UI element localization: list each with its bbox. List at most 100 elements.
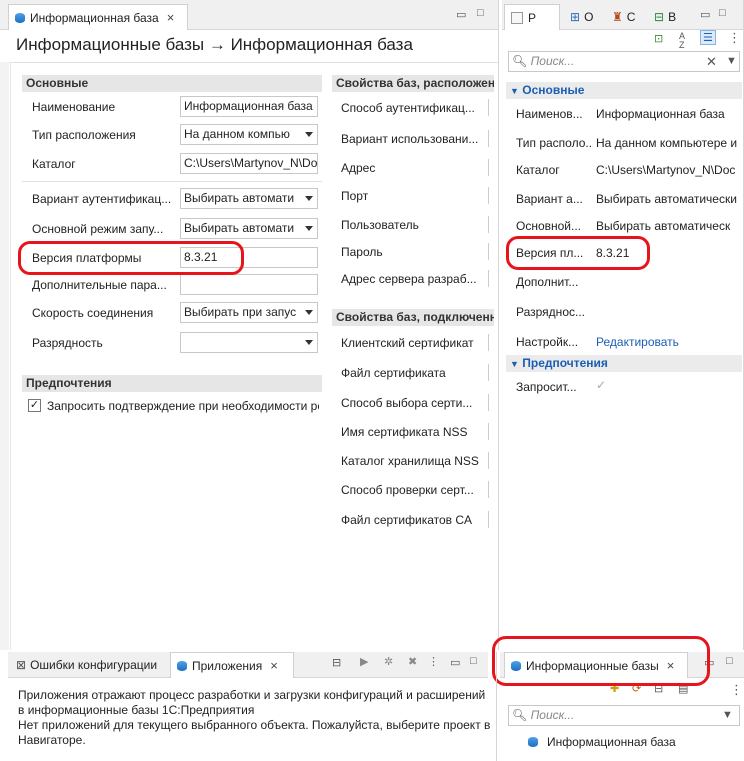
props-label-location: Тип располо...	[516, 136, 592, 150]
minimize-icon[interactable]: ▭	[450, 656, 460, 669]
field-stub[interactable]	[488, 99, 492, 116]
label-cert-check: Способ проверки серт...	[341, 483, 474, 497]
props-value-auth[interactable]: Выбирать автоматически	[596, 192, 742, 206]
more-vertical-icon[interactable]: ⋮	[428, 655, 439, 668]
tab-applications[interactable]: Приложения ×	[170, 652, 294, 678]
props-label-launch: Основной...	[516, 219, 582, 233]
label-catalog: Каталог	[32, 157, 76, 171]
search-dropdown-icon[interactable]: ▼	[722, 709, 733, 721]
close-icon[interactable]: ×	[270, 658, 278, 673]
chevron-down-icon	[305, 310, 313, 315]
run-icon[interactable]: ▶	[360, 655, 368, 668]
launch-mode-combo[interactable]: Выбирать автомати	[180, 218, 318, 239]
more-vertical-icon[interactable]: ⋮	[730, 682, 743, 698]
label-client-cert: Клиентский сертификат	[341, 336, 474, 350]
tab-outline-label: О	[584, 10, 594, 24]
database-icon	[15, 12, 25, 24]
close-icon[interactable]: ×	[167, 10, 175, 25]
tab-outline[interactable]: ⊞ О	[564, 4, 604, 30]
maximize-icon[interactable]: □	[719, 7, 726, 19]
label-address: Адрес	[341, 161, 376, 175]
props-section-main-label: Основные	[522, 83, 585, 97]
field-stub[interactable]	[488, 159, 492, 176]
field-stub[interactable]	[488, 334, 492, 351]
minimize-icon[interactable]: ▭	[700, 8, 710, 21]
props-label-confirm: Запросит...	[516, 380, 577, 394]
main-group-divider	[22, 181, 322, 182]
debug-icon[interactable]: ✲	[384, 655, 393, 668]
field-stub[interactable]	[488, 270, 492, 287]
properties-icon	[511, 11, 523, 24]
tab-config-errors[interactable]: ⊠ Ошибки конфигурации	[10, 652, 170, 678]
props-edit-link[interactable]: Редактировать	[596, 335, 742, 349]
label-auth-method: Способ аутентификац...	[341, 101, 475, 115]
props-value-launch[interactable]: Выбирать автоматическ	[596, 219, 742, 233]
props-confirm-checkbox[interactable]: ✓	[596, 378, 606, 392]
highlight-props-version	[506, 236, 650, 270]
maximize-icon[interactable]: □	[470, 655, 477, 667]
field-stub[interactable]	[488, 481, 492, 498]
field-stub[interactable]	[488, 452, 492, 469]
search-dropdown-icon[interactable]: ▼	[726, 55, 737, 67]
maximize-icon[interactable]: □	[477, 7, 484, 19]
left-edge-gray	[0, 62, 9, 650]
sort-az-icon[interactable]: AZ	[679, 32, 685, 50]
chevron-down-icon	[305, 132, 313, 137]
infobases-search-placeholder: Поиск...	[530, 708, 575, 722]
bitness-combo[interactable]	[180, 332, 318, 353]
infobase-tree-item[interactable]: Информационная база	[528, 733, 728, 751]
props-section-prefs[interactable]: ▼ Предпочтения	[506, 355, 742, 372]
field-stub[interactable]	[488, 243, 492, 260]
tab-applications-label: Приложения	[192, 658, 263, 673]
props-label-catalog: Каталог	[516, 163, 560, 177]
editor-tab[interactable]: Информационная база ×	[8, 4, 188, 30]
field-stub[interactable]	[488, 187, 492, 204]
highlight-platform-version	[18, 241, 244, 275]
tab-structure[interactable]: ♜ С	[606, 4, 646, 30]
search-icon: 🔍︎	[512, 708, 528, 722]
chevron-down-icon	[305, 196, 313, 201]
infobases-search-input[interactable]: 🔍︎ Поиск...	[508, 705, 740, 726]
field-stub[interactable]	[488, 394, 492, 411]
connection-speed-combo[interactable]: Выбирать при запус	[180, 302, 318, 323]
props-section-main[interactable]: ▼ Основные	[506, 82, 742, 99]
minimize-icon[interactable]: ▭	[456, 8, 466, 21]
search-icon: 🔍︎	[512, 54, 528, 68]
name-field[interactable]: Информационная база	[180, 96, 318, 117]
chevron-down-icon	[305, 226, 313, 231]
tab-views[interactable]: ⊟ В	[648, 4, 688, 30]
location-type-combo[interactable]: На данном компью	[180, 124, 318, 145]
collapse-icon[interactable]: ⊟	[332, 656, 341, 669]
tab-properties[interactable]: Р	[504, 4, 560, 30]
delete-icon[interactable]: ✖	[408, 655, 417, 668]
auth-variant-combo[interactable]: Выбирать автомати	[180, 188, 318, 209]
catalog-field[interactable]: C:\Users\Martynov_N\Doc	[180, 153, 318, 174]
extra-params-field[interactable]	[180, 274, 318, 295]
clear-search-icon[interactable]: ✕	[706, 54, 717, 70]
props-value-name[interactable]: Информационная база	[596, 107, 742, 121]
props-label-extra: Дополнит...	[516, 275, 579, 289]
tab-config-errors-label: Ошибки конфигурации	[30, 658, 158, 672]
label-port: Порт	[341, 189, 369, 203]
props-value-location[interactable]: На данном компьютере и	[596, 136, 742, 150]
field-stub[interactable]	[488, 364, 492, 381]
confirm-checkbox[interactable]: ✓	[28, 399, 41, 412]
categories-icon[interactable]: ☰	[700, 30, 716, 45]
props-value-catalog[interactable]: C:\Users\Martynov_N\Doc	[596, 163, 742, 177]
props-label-settings: Настройк...	[516, 335, 579, 349]
field-stub[interactable]	[488, 130, 492, 147]
pin-icon[interactable]: ⊡	[654, 32, 663, 45]
maximize-icon[interactable]: □	[726, 655, 733, 667]
section-props-located-title: Свойства баз, расположенн	[332, 75, 494, 92]
label-nss-cert-name: Имя сертификата NSS	[341, 425, 468, 439]
label-password: Пароль	[341, 245, 383, 259]
more-vertical-icon[interactable]: ⋮	[728, 30, 741, 46]
location-type-value: На данном компью	[184, 127, 290, 141]
chevron-down-icon	[305, 340, 313, 345]
field-stub[interactable]	[488, 216, 492, 233]
views-icon: ⊟	[654, 10, 665, 24]
label-bitness: Разрядность	[32, 336, 103, 350]
outline-icon: ⊞	[570, 10, 581, 24]
field-stub[interactable]	[488, 511, 492, 528]
field-stub[interactable]	[488, 423, 492, 440]
